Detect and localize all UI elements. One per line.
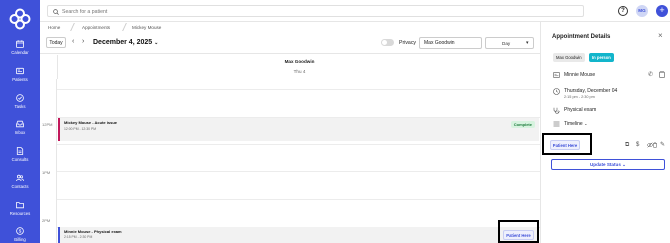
privacy-toggle[interactable] — [381, 39, 394, 46]
sidebar-item-label: Resources — [9, 211, 31, 216]
chevron-left-icon[interactable]: ‹ — [72, 38, 74, 46]
id-card-icon — [553, 72, 560, 78]
appointment-event[interactable]: Mickey Mouse - Acute issue 12:00 PM - 12… — [58, 118, 539, 141]
time-label-2pm: 2PM — [42, 218, 51, 223]
search-icon — [53, 9, 59, 15]
view-select-value: Day — [502, 41, 511, 46]
add-button[interactable]: + — [656, 5, 668, 17]
breadcrumb-separator — [66, 23, 75, 31]
provider-field[interactable] — [419, 37, 482, 49]
help-icon[interactable]: ? — [618, 6, 628, 16]
sidebar-item-inbox[interactable]: Inbox — [0, 120, 40, 135]
event-title: Mickey Mouse - Acute issue — [64, 120, 117, 125]
annotation-box — [498, 220, 539, 243]
inbox-icon — [16, 120, 24, 128]
calendar-toolbar: Today ‹ › December 4, 2025 ⌄ Privacy Day… — [40, 32, 540, 54]
provider-chip: Max Goodwin — [553, 53, 585, 62]
sidebar-item-contacts[interactable]: Contacts — [0, 174, 40, 189]
sidebar-item-calendar[interactable]: Calendar — [0, 40, 40, 55]
svg-text:$: $ — [19, 229, 22, 234]
update-status-label: Update Status — [589, 161, 621, 167]
date-title: December 4, 2025 — [93, 39, 153, 46]
visit-mode-chip: In person — [589, 53, 614, 62]
flower-logo[interactable] — [9, 8, 31, 30]
time-label-12pm: 12PM — [42, 122, 53, 127]
phone-icon[interactable]: ✆ — [648, 72, 653, 78]
folder-icon — [16, 202, 24, 209]
appointment-time: 2:15 pm - 2:30 pm — [564, 95, 595, 99]
breadcrumb-appointments[interactable]: Appointments — [82, 25, 110, 30]
time-label-1pm: 1PM — [42, 170, 51, 175]
calendar-icon — [16, 40, 24, 48]
search-input[interactable] — [62, 7, 562, 16]
breadcrumb-separator — [118, 23, 127, 31]
id-card-icon — [16, 67, 24, 75]
sidebar-item-label: Patients — [12, 77, 28, 82]
breadcrumb-home[interactable]: Home — [48, 25, 60, 30]
avatar[interactable]: MG — [636, 5, 648, 17]
privacy-label: Privacy — [399, 40, 417, 46]
caret-down-icon: ▾ — [526, 40, 529, 46]
chevron-down-icon: ⌄ — [154, 40, 159, 46]
check-circle-icon — [16, 94, 24, 102]
appointment-details-panel: Appointment Details × Max Goodwin In per… — [540, 22, 670, 243]
appointment-event[interactable]: Minnie Mouse - Physical exam 2:15 PM - 2… — [58, 227, 539, 243]
sidebar-item-tasks[interactable]: Tasks — [0, 94, 40, 109]
visit-type: Physical exam — [564, 107, 597, 113]
chevron-down-icon: ⌄ — [584, 121, 588, 126]
chevron-down-icon: ⌄ — [622, 161, 627, 167]
event-title: Minnie Mouse - Physical exam — [64, 229, 122, 234]
copy-icon[interactable]: ⧉ — [625, 142, 629, 148]
panel-title: Appointment Details — [552, 34, 611, 40]
annotation-box — [542, 133, 592, 155]
clipboard-icon[interactable] — [659, 71, 665, 78]
today-button[interactable]: Today — [46, 37, 66, 48]
calendar-header: Max Goodwin Thu 4 — [57, 55, 540, 79]
update-status-button[interactable]: Update Status ⌄ — [551, 159, 665, 170]
view-select[interactable]: Day ▾ — [485, 37, 534, 49]
event-time: 2:15 PM - 2:30 PM — [64, 235, 93, 239]
calendar-grid[interactable]: 12PM 1PM 2PM Mickey Mouse - Acute issue … — [40, 79, 540, 243]
grid-line — [57, 171, 540, 172]
trash-icon[interactable] — [652, 142, 658, 148]
sidebar-item-label: Inbox — [14, 130, 26, 135]
sidebar: Calendar Patients Tasks Inbox Consults C… — [0, 0, 40, 243]
grid-line — [57, 89, 540, 90]
sidebar-item-label: Consults — [11, 157, 29, 162]
patient-search[interactable] — [47, 5, 584, 17]
sidebar-item-resources[interactable]: Resources — [0, 201, 40, 216]
stethoscope-icon — [553, 107, 560, 114]
dollar-icon[interactable]: $ — [636, 142, 639, 148]
breadcrumb: Home Appointments Mickey Mouse — [40, 22, 540, 32]
people-icon — [16, 174, 24, 182]
event-time: 12:00 PM - 12:30 PM — [64, 127, 97, 131]
timeline-toggle[interactable]: Timeline ⌄ — [564, 121, 587, 127]
status-badge: Complete — [510, 121, 535, 128]
edit-icon[interactable]: ✎ — [660, 142, 665, 148]
calendar-provider-name: Max Goodwin — [284, 59, 315, 64]
grid-line — [57, 144, 540, 145]
sidebar-item-label: Billing — [14, 237, 26, 242]
calendar-day-label: Thu 4 — [293, 69, 306, 74]
sidebar-item-label: Calendar — [11, 50, 29, 55]
sidebar-item-label: Tasks — [14, 104, 26, 109]
date-picker[interactable]: December 4, 2025 ⌄ — [93, 39, 158, 46]
document-icon — [16, 147, 24, 155]
close-icon[interactable]: × — [658, 32, 663, 40]
chevron-right-icon[interactable]: › — [82, 38, 84, 46]
grid-line — [57, 199, 540, 200]
timeline-label: Timeline — [564, 121, 583, 127]
sidebar-item-consults[interactable]: Consults — [0, 147, 40, 162]
list-icon — [553, 121, 560, 127]
top-bar: ? MG + — [40, 0, 670, 22]
sidebar-item-patients[interactable]: Patients — [0, 67, 40, 82]
clock-icon — [553, 88, 560, 95]
dollar-icon: $ — [16, 227, 24, 235]
sidebar-item-billing[interactable]: $ Billing — [0, 227, 40, 242]
appointment-date: Thursday, December 04 — [564, 88, 618, 94]
breadcrumb-current: Mickey Mouse — [132, 25, 162, 30]
sidebar-item-label: Contacts — [11, 184, 29, 189]
patient-name[interactable]: Minnie Mouse — [564, 72, 595, 78]
